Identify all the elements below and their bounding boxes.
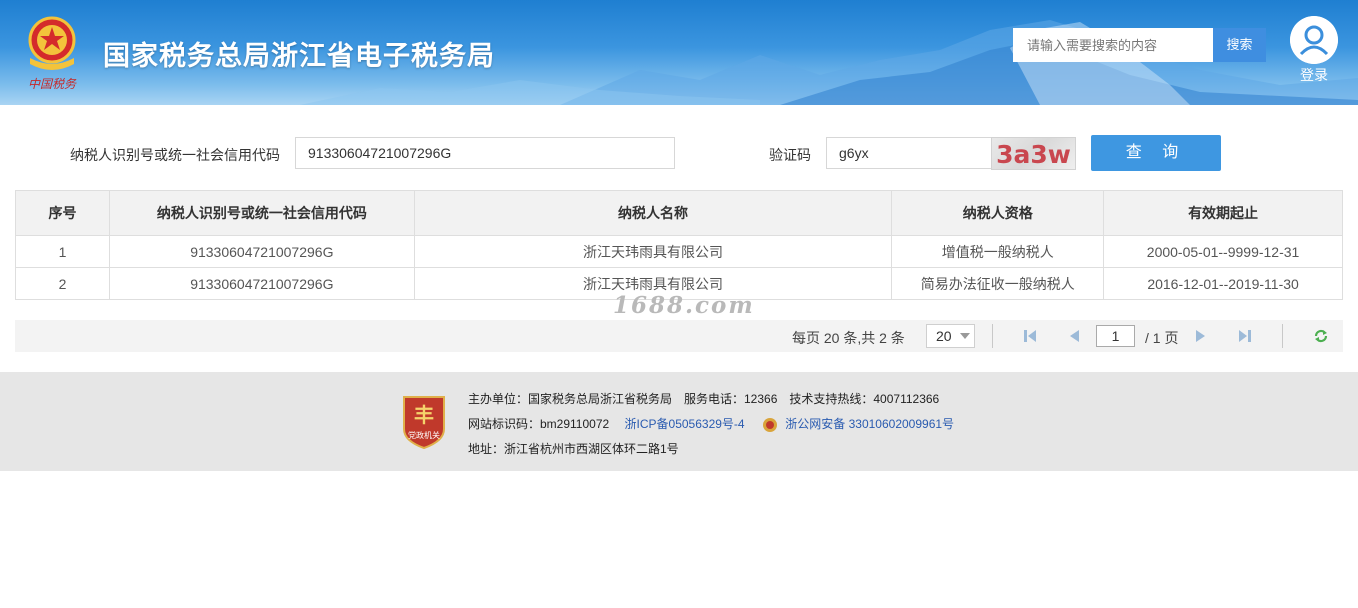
footer-organizer-line: 主办单位：国家税务总局浙江省税务局 服务电话：12366 技术支持热线：4007…: [468, 392, 940, 406]
cell-taxpayer-name: 浙江天玮雨具有限公司: [413, 235, 893, 268]
next-page-icon[interactable]: [1193, 328, 1209, 344]
police-badge-icon: [762, 417, 777, 432]
query-button[interactable]: 查 询: [1091, 135, 1221, 171]
table-header-row: 序号 纳税人识别号或统一社会信用代码 纳税人名称 纳税人资格 有效期起止: [15, 190, 1343, 236]
last-page-icon[interactable]: [1237, 328, 1253, 344]
chevron-down-icon: [960, 333, 970, 339]
cell-taxpayer-id: 91330604721007296G: [108, 235, 415, 268]
first-page-icon[interactable]: [1022, 328, 1038, 344]
page-summary: 每页 20 条,共 2 条: [792, 330, 905, 346]
site-code-text: 网站标识码：bm29110072: [468, 417, 610, 431]
cell-qualification: 简易办法征收一般纳税人: [891, 267, 1105, 300]
police-record-link[interactable]: 浙公网安备 33010602009961号: [785, 417, 954, 431]
site-footer: 丰 党政机关 主办单位：国家税务总局浙江省税务局 服务电话：12366 技术支持…: [0, 372, 1358, 471]
taxpayer-id-label: 纳税人识别号或统一社会信用代码: [70, 147, 280, 163]
party-government-badge[interactable]: 丰 党政机关: [401, 393, 447, 449]
pager-divider: [992, 324, 993, 348]
svg-text:丰: 丰: [414, 403, 434, 427]
icp-link[interactable]: 浙ICP备05056329号-4: [625, 417, 745, 431]
captcha-input[interactable]: [826, 137, 992, 169]
cell-qualification: 增值税一般纳税人: [891, 235, 1105, 268]
search-button[interactable]: 搜索: [1213, 28, 1266, 62]
current-page-input[interactable]: 1: [1096, 325, 1135, 347]
captcha-label: 验证码: [769, 147, 811, 163]
site-title: 国家税务总局浙江省电子税务局: [103, 41, 495, 72]
badge-label: 党政机关: [408, 430, 440, 440]
col-header-taxpayer-id: 纳税人识别号或统一社会信用代码: [108, 190, 415, 236]
site-header: 中国税务 国家税务总局浙江省电子税务局 搜索 登录: [0, 0, 1358, 105]
cell-taxpayer-id: 91330604721007296G: [108, 267, 415, 300]
login-link[interactable]: 登录: [1300, 65, 1328, 85]
pager-divider: [1282, 324, 1283, 348]
total-pages-label: / 1 页: [1145, 330, 1179, 346]
cell-validity: 2000-05-01--9999-12-31: [1103, 235, 1343, 268]
taxpayer-id-input[interactable]: [295, 137, 675, 169]
col-header-validity: 有效期起止: [1103, 190, 1343, 236]
page-size-value: 20: [936, 328, 952, 344]
prev-page-icon[interactable]: [1066, 328, 1082, 344]
svg-text:中国税务: 中国税务: [28, 77, 77, 91]
footer-address: 地址：浙江省杭州市西湖区体环二路1号: [468, 442, 679, 456]
cell-index: 1: [15, 235, 110, 268]
footer-record-line: 网站标识码：bm29110072 浙ICP备05056329号-4 浙公网安备 …: [468, 415, 954, 433]
result-table: 序号 纳税人识别号或统一社会信用代码 纳税人名称 纳税人资格 有效期起止 1 9…: [15, 190, 1343, 300]
captcha-image[interactable]: 3a3w: [991, 137, 1076, 170]
user-avatar-icon[interactable]: [1290, 16, 1338, 64]
col-header-taxpayer-name: 纳税人名称: [413, 190, 893, 236]
tax-emblem-logo: 中国税务: [28, 16, 77, 91]
watermark-text: 1688.com: [613, 292, 755, 319]
col-header-index: 序号: [15, 190, 110, 236]
cell-index: 2: [15, 267, 110, 300]
search-input[interactable]: [1013, 28, 1213, 62]
refresh-icon[interactable]: [1313, 328, 1329, 344]
table-row[interactable]: 1 91330604721007296G 浙江天玮雨具有限公司 增值税一般纳税人…: [15, 235, 1343, 268]
pagination-bar: 每页 20 条,共 2 条 20 1 / 1 页: [15, 320, 1343, 352]
cell-validity: 2016-12-01--2019-11-30: [1103, 267, 1343, 300]
col-header-qualification: 纳税人资格: [891, 190, 1105, 236]
page-size-select[interactable]: 20: [926, 324, 975, 348]
